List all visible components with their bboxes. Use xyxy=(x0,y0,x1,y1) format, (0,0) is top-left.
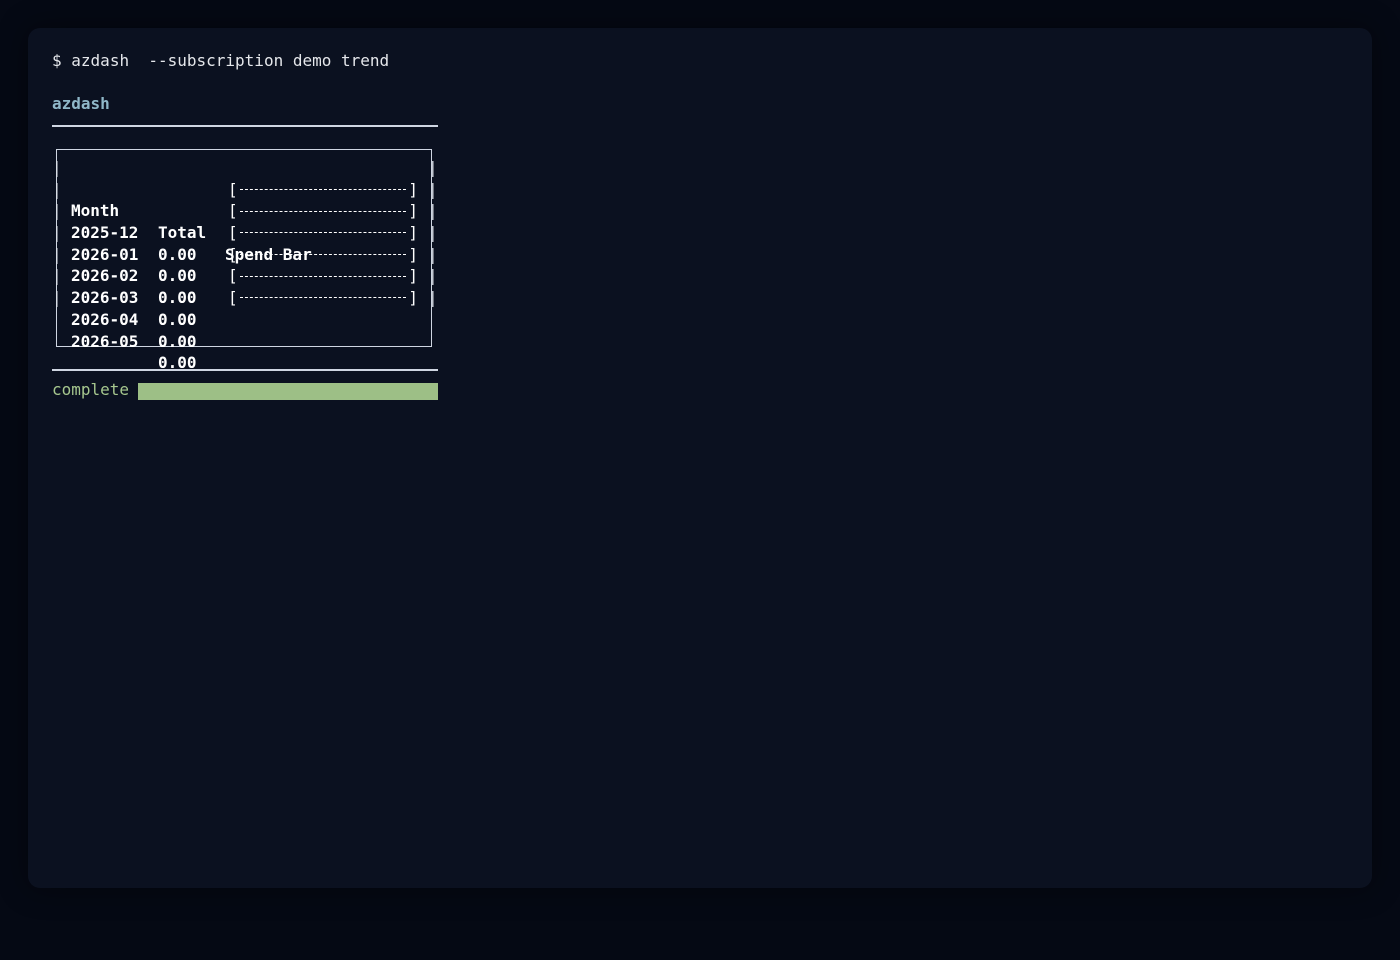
table-row: | 2025-12 0.00 [] | xyxy=(52,179,438,264)
spend-bar-open-bracket: [ xyxy=(228,244,238,264)
spend-bar: [] xyxy=(228,179,418,201)
table-border-right: | xyxy=(428,288,438,308)
top-divider xyxy=(52,125,438,127)
table-row: | 2026-03 0.00 [] | xyxy=(52,244,438,329)
spend-bar-close-bracket: ] xyxy=(408,179,418,199)
table-border-right: | xyxy=(428,223,438,243)
spend-bar-empty-track xyxy=(239,189,407,191)
spend-bar-close-bracket: ] xyxy=(408,288,418,308)
table-row: | 2026-01 0.00 [] | xyxy=(52,200,438,285)
spend-bar: [] xyxy=(228,200,418,222)
month-cell: 2026-05 xyxy=(71,331,139,351)
table-row: | 2026-04 0.00 [] | xyxy=(52,265,438,350)
command-text: azdash --subscription demo trend xyxy=(71,51,390,70)
bottom-divider xyxy=(52,369,438,371)
spend-bar-open-bracket: [ xyxy=(228,266,238,286)
terminal-output: $ azdash --subscription demo trend azdas… xyxy=(52,48,1348,868)
progress-bar-fill xyxy=(138,383,438,400)
command-line: $ azdash --subscription demo trend xyxy=(52,50,389,72)
table-border-right: | xyxy=(428,158,438,177)
table-border-left: | xyxy=(52,158,62,177)
table-border-left: | xyxy=(52,288,62,308)
spend-bar: [] xyxy=(228,265,418,287)
total-cell: 0.00 xyxy=(158,309,197,329)
app-title: azdash xyxy=(52,94,110,113)
spend-bar: [] xyxy=(228,222,418,244)
table-border-right: | xyxy=(428,201,438,221)
table-border-left: | xyxy=(52,201,62,221)
total-cell: 0.00 xyxy=(158,331,197,351)
prompt-symbol: $ xyxy=(52,51,62,70)
spend-bar-empty-track xyxy=(239,297,407,299)
spend-bar-close-bracket: ] xyxy=(408,201,418,221)
spend-bar-open-bracket: [ xyxy=(228,179,238,199)
table-border-left: | xyxy=(52,244,62,264)
table-border-right: | xyxy=(428,266,438,286)
status-label: complete xyxy=(52,380,130,399)
table-row: | 2026-05 0.00 [] | xyxy=(52,287,438,372)
terminal-window: $ azdash --subscription demo trend azdas… xyxy=(28,28,1372,888)
table-border-left: | xyxy=(52,266,62,286)
table-border-left: | xyxy=(52,179,62,199)
progress-bar xyxy=(138,383,438,400)
spend-bar-open-bracket: [ xyxy=(228,223,238,243)
spend-bar-close-bracket: ] xyxy=(408,244,418,264)
spend-bar-close-bracket: ] xyxy=(408,266,418,286)
table-border-left: | xyxy=(52,223,62,243)
spend-bar-empty-track xyxy=(239,210,407,212)
spend-bar-open-bracket: [ xyxy=(228,201,238,221)
spend-bar-close-bracket: ] xyxy=(408,223,418,243)
spend-bar-empty-track xyxy=(239,275,407,277)
table-row: | 2026-02 0.00 [] | xyxy=(52,222,438,307)
spend-bar-open-bracket: [ xyxy=(228,288,238,308)
table-border-right: | xyxy=(428,179,438,199)
spend-bar: [] xyxy=(228,287,418,309)
spend-bar-empty-track xyxy=(239,254,407,256)
spend-bar: [] xyxy=(228,244,418,266)
table-header-row: | Month Total Spend Bar | xyxy=(52,157,438,264)
spend-bar-empty-track xyxy=(239,232,407,234)
table-border-right: | xyxy=(428,244,438,264)
trend-table: | Month Total Spend Bar | | 2025-12 0.00… xyxy=(52,157,438,372)
